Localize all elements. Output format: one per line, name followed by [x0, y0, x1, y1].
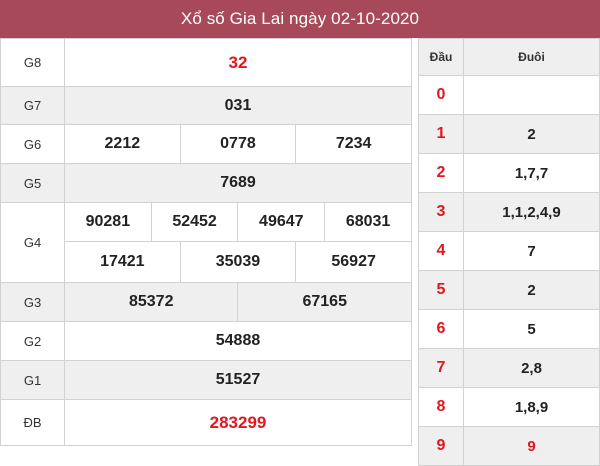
prize-label: ĐB	[0, 399, 65, 446]
prize-value: 85372	[63, 282, 239, 322]
prize-value: 51527	[64, 360, 412, 400]
prize-label: G7	[0, 86, 65, 125]
loto-tails	[463, 75, 600, 115]
prize-value: 56927	[295, 241, 412, 283]
loto-tails: 9	[463, 426, 600, 466]
prize-value: 68031	[324, 202, 412, 242]
loto-head: 5	[418, 270, 464, 310]
prize-value: 0778	[179, 124, 297, 164]
page-title: Xổ số Gia Lai ngày 02-10-2020	[0, 0, 600, 38]
prize-value: 7689	[64, 163, 412, 203]
prize-value: 2212	[64, 124, 181, 164]
prize-row-g1: G1 51527	[0, 360, 412, 400]
loto-header-row: Đầu Đuôi	[418, 38, 600, 76]
loto-tails: 1,7,7	[463, 153, 600, 193]
loto-row: 2 1,7,7	[418, 153, 600, 193]
prize-row-db: ĐB 283299	[0, 399, 412, 446]
loto-tails: 5	[463, 309, 600, 349]
loto-row: 7 2,8	[418, 348, 600, 388]
prize-value: 90281	[64, 202, 152, 242]
prize-row-g7: G7 031	[0, 86, 412, 125]
loto-head: 1	[418, 114, 464, 154]
prize-row-g8: G8 32	[0, 38, 412, 87]
loto-tail-header: Đuôi	[463, 38, 600, 76]
loto-head: 8	[418, 387, 464, 427]
loto-head: 7	[418, 348, 464, 388]
prize-table: G8 32 G7 031 G6 2212 0778 7234 G5 7689 G…	[0, 38, 412, 446]
prize-label: G1	[0, 360, 65, 400]
prize-row-g2: G2 54888	[0, 321, 412, 361]
prize-row-g6: G6 2212 0778 7234	[0, 124, 412, 164]
loto-tails: 7	[463, 231, 600, 271]
loto-row: 5 2	[418, 270, 600, 310]
prize-value: 67165	[237, 282, 412, 322]
prize-value: 7234	[295, 124, 412, 164]
prize-row-g5: G5 7689	[0, 163, 412, 203]
loto-row: 1 2	[418, 114, 600, 154]
loto-head: 0	[418, 75, 464, 115]
loto-row: 4 7	[418, 231, 600, 271]
prize-label: G3	[0, 282, 65, 322]
loto-head: 9	[418, 426, 464, 466]
prize-label: G5	[0, 163, 65, 203]
loto-head: 3	[418, 192, 464, 232]
prize-value: 49647	[237, 202, 326, 242]
prize-value: 32	[64, 38, 412, 87]
prize-label: G8	[0, 38, 65, 87]
prize-value: 35039	[179, 241, 297, 283]
loto-row: 9 9	[418, 426, 600, 466]
loto-head: 6	[418, 309, 464, 349]
prize-value: 52452	[150, 202, 239, 242]
loto-tails: 2,8	[463, 348, 600, 388]
prize-value: 031	[64, 86, 412, 125]
loto-head: 2	[418, 153, 464, 193]
prize-label: G2	[0, 321, 65, 361]
loto-row: 3 1,1,2,4,9	[418, 192, 600, 232]
special-prize-value: 283299	[64, 399, 412, 446]
loto-tails: 1,8,9	[463, 387, 600, 427]
loto-row: 6 5	[418, 309, 600, 349]
prize-label: G4	[0, 202, 65, 283]
prize-row-g4: G4 90281 52452 49647 68031	[0, 202, 412, 283]
loto-head-header: Đầu	[418, 38, 464, 76]
prize-label: G6	[0, 124, 65, 164]
loto-table: Đầu Đuôi 0 1 2 2 1,7,7 3 1,1,2,4,9 4 7 5…	[418, 38, 600, 466]
loto-head: 4	[418, 231, 464, 271]
loto-tails: 2	[463, 114, 600, 154]
prize-row-g3: G3 85372 67165	[0, 282, 412, 322]
prize-value: 54888	[64, 321, 412, 361]
loto-tails: 1,1,2,4,9	[463, 192, 600, 232]
prize-value: 17421	[64, 241, 181, 283]
loto-row: 8 1,8,9	[418, 387, 600, 427]
loto-row: 0	[418, 75, 600, 115]
loto-tails: 2	[463, 270, 600, 310]
